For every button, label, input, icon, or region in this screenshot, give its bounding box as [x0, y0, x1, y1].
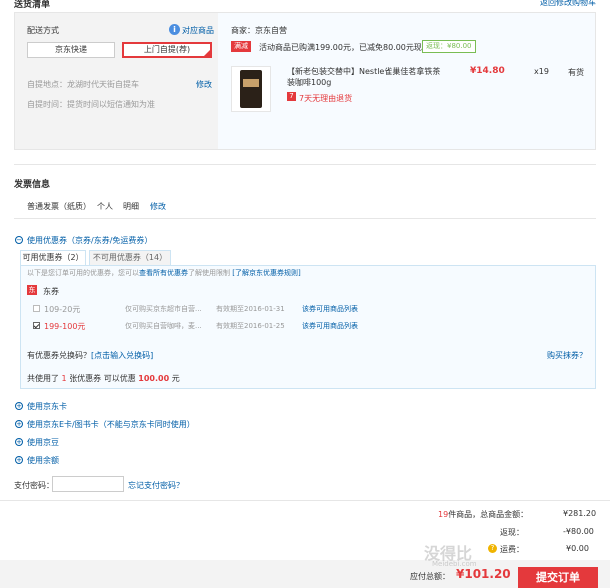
- coupon-name: 199-100元: [44, 322, 86, 331]
- return-policy: 7天无理由退货: [299, 94, 353, 103]
- divider: [0, 500, 610, 501]
- coupon-expire: 有效期至2016-01-25: [216, 322, 285, 330]
- coupon-notice: 以下是您订单可用的优惠券，您可以查看所有优惠券了解使用限制 [了解京东优惠券规则…: [27, 268, 301, 278]
- pickup-time: 自提时间：提货时间以短信通知为准: [27, 100, 155, 109]
- coupon-rules-link[interactable]: [了解京东优惠券规则]: [232, 269, 300, 277]
- product-image[interactable]: [231, 66, 271, 112]
- collapse-coupon-icon[interactable]: −: [15, 236, 23, 244]
- use-jd-card[interactable]: 使用京东卡: [27, 401, 67, 412]
- product-price: ¥14.80: [470, 66, 505, 76]
- invoice-who: 个人: [97, 202, 113, 211]
- matching-products-link[interactable]: 对应商品: [182, 25, 214, 36]
- rebate-tag: 返现：¥80.00: [422, 40, 476, 53]
- product-qty: x19: [534, 67, 549, 76]
- forgot-password-link[interactable]: 忘记支付密码？: [128, 480, 184, 491]
- summary-count: 1: [61, 374, 67, 383]
- invoice-edit-link[interactable]: 修改: [150, 201, 166, 212]
- divider: [14, 164, 596, 165]
- freight-label: 运费：: [500, 545, 524, 554]
- jd-express-option[interactable]: 京东快递: [27, 42, 115, 58]
- divider: [14, 218, 596, 219]
- coupon-products-link[interactable]: 该券可用商品列表: [302, 321, 358, 331]
- promo-tag: 满减: [231, 41, 251, 52]
- promo-text: 活动商品已购满199.00元，已减免80.00元现金: [259, 43, 430, 52]
- merchant-name: 商家：京东自营: [231, 26, 287, 35]
- use-balance[interactable]: 使用余额: [27, 455, 59, 466]
- pickup-edit-link[interactable]: 修改: [196, 79, 212, 90]
- coupon-checkbox[interactable]: [33, 322, 40, 329]
- package-label-icon: [243, 79, 259, 87]
- use-jd-beans[interactable]: 使用京豆: [27, 437, 59, 448]
- total-count-line: 19件商品，总商品金额：: [438, 509, 528, 520]
- self-pickup-option[interactable]: 上门自提(荐): [122, 42, 212, 58]
- summary-suffix: 元: [171, 374, 180, 383]
- shipping-method-label: 配送方式: [27, 26, 59, 35]
- exchange-code: 有优惠券兑换码？[点击输入兑换码]: [27, 350, 153, 361]
- coupon-group-name: 东券: [43, 287, 59, 296]
- pay-amount: ¥101.20: [456, 567, 511, 581]
- item-count: 19: [438, 510, 449, 519]
- selected-corner-icon: [204, 50, 210, 56]
- invoice-type: 普通发票（纸质）: [27, 202, 91, 211]
- coupon-section-title[interactable]: 使用优惠券（京券/东券/免运费券）: [27, 235, 152, 246]
- total-amount: ¥281.20: [563, 509, 597, 518]
- info-icon: i: [169, 24, 180, 35]
- dong-coupon-icon: 东: [27, 285, 37, 295]
- pickup-location: 自提地点：龙湖时代天街自提车: [27, 80, 139, 89]
- use-jd-ecard[interactable]: 使用京东E卡/图书卡（不能与京东卡同时使用）: [27, 419, 195, 430]
- product-stock: 有货: [568, 68, 584, 77]
- coupon-summary: 共使用了 1 张优惠券 可以优惠 100.00 元: [27, 373, 180, 384]
- enter-code-link[interactable]: [点击输入兑换码]: [91, 351, 153, 360]
- coupon-checkbox[interactable]: [33, 305, 40, 312]
- help-icon[interactable]: ?: [488, 544, 497, 553]
- expand-icon[interactable]: +: [15, 420, 23, 428]
- summary-amount: 100.00: [138, 374, 170, 383]
- expand-icon[interactable]: +: [15, 456, 23, 464]
- payment-password-label: 支付密码：: [14, 481, 54, 490]
- product-name[interactable]: 【新老包装交替中】Nestle雀巢佳茗拿铁茶装咖啡100g: [287, 66, 447, 88]
- coffee-package-icon: [240, 70, 262, 108]
- self-pickup-label: 上门自提(荐): [143, 45, 191, 54]
- rebate-label: 返现：: [500, 528, 524, 537]
- view-all-coupons-link[interactable]: 查看所有优惠券: [139, 269, 188, 277]
- expand-icon[interactable]: +: [15, 402, 23, 410]
- tab-unusable-coupons[interactable]: 不可用优惠券（14）: [89, 250, 171, 265]
- return-policy-icon: 7: [287, 92, 296, 101]
- coupon-name: 109-20元: [44, 305, 81, 314]
- tab-usable-coupons[interactable]: 可用优惠券（2）: [20, 250, 86, 265]
- section-title-delivery: 送货清单: [14, 0, 51, 10]
- coupon-notice-mid: 了解使用限制: [188, 269, 230, 277]
- buy-coupon-link[interactable]: 购买抹券？: [547, 350, 587, 361]
- rebate-amount: -¥80.00: [563, 527, 594, 536]
- tab-usable-label: 可用优惠券（2）: [22, 253, 84, 262]
- pay-label: 应付总额：: [410, 572, 450, 581]
- back-to-cart-link[interactable]: 返回修改购物车: [540, 0, 596, 8]
- summary-mid: 张优惠券 可以优惠: [69, 374, 136, 383]
- coupon-notice-text: 以下是您订单可用的优惠券，您可以: [27, 269, 139, 277]
- summary-prefix: 共使用了: [27, 374, 59, 383]
- expand-icon[interactable]: +: [15, 438, 23, 446]
- watermark-url: Meidebi.com: [432, 560, 477, 568]
- invoice-title: 发票信息: [14, 180, 51, 190]
- invoice-detail: 明细: [123, 202, 139, 211]
- coupon-expire: 有效期至2016-01-31: [216, 305, 285, 313]
- item-count-label: 件商品，总商品金额：: [448, 510, 529, 519]
- check-icon: [33, 322, 40, 329]
- coupon-desc: 仅可购买京东超市自营...: [125, 305, 202, 313]
- exchange-label: 有优惠券兑换码？: [27, 351, 91, 360]
- submit-order-button[interactable]: 提交订单: [518, 567, 598, 588]
- payment-password-input[interactable]: [52, 476, 124, 492]
- coupon-products-link[interactable]: 该券可用商品列表: [302, 304, 358, 314]
- coupon-desc: 仅可购买自营咖啡，麦...: [125, 322, 202, 330]
- freight-amount: ¥0.00: [566, 544, 589, 553]
